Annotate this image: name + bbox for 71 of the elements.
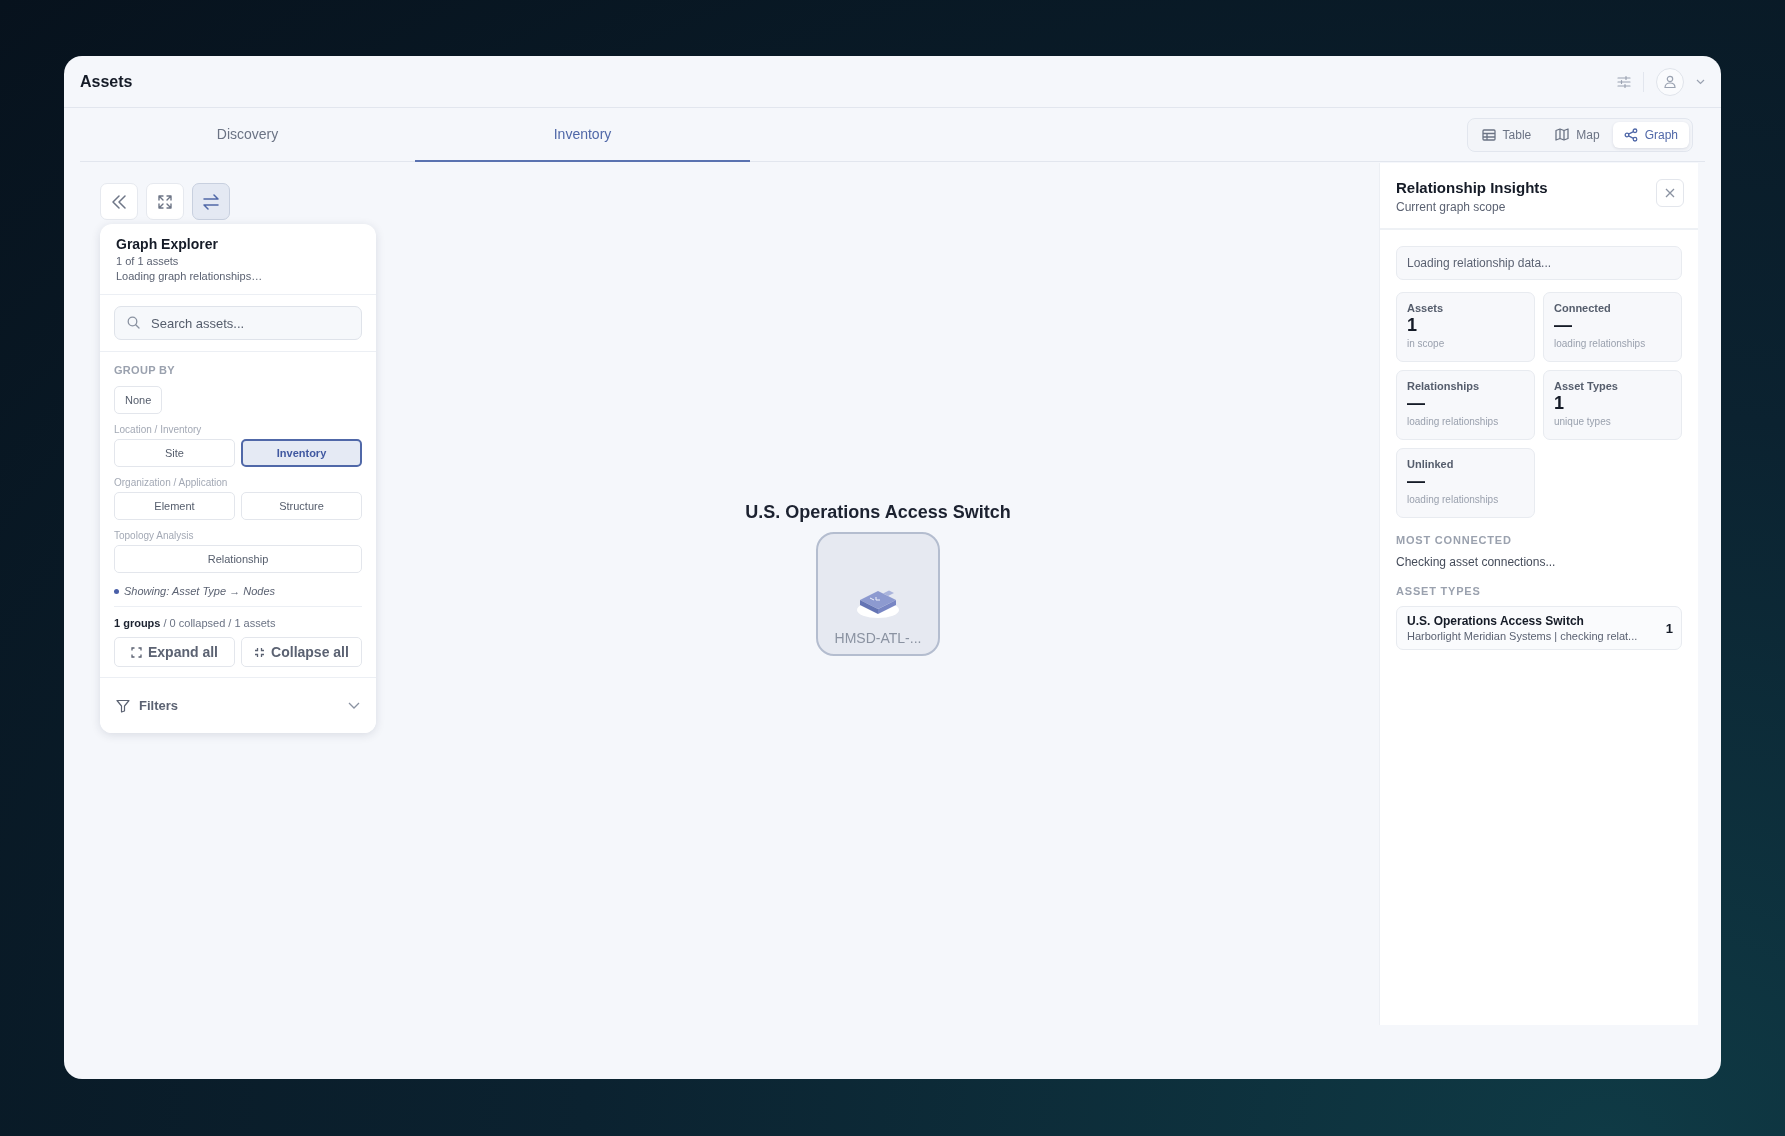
- expand-icon: [131, 646, 142, 658]
- view-toggle[interactable]: Map: [1544, 121, 1611, 148]
- stat-value: 1: [1407, 315, 1418, 336]
- status-text: Loading graph relationships…: [116, 270, 264, 282]
- search-icon: [127, 316, 140, 329]
- stat-note: in scope: [1407, 338, 1446, 349]
- node-label: HMSD-ATL-...: [834, 630, 922, 646]
- double-chevron-icon: [111, 194, 127, 209]
- map-icon: [1555, 128, 1570, 141]
- avatar-icon[interactable]: [1656, 67, 1684, 96]
- stat-label: Relationships: [1407, 380, 1481, 392]
- stat-note: unique types: [1554, 416, 1612, 427]
- group-option[interactable]: None: [114, 386, 163, 414]
- toolbar-button[interactable]: [146, 183, 184, 220]
- action-button[interactable]: Expand all: [114, 637, 235, 667]
- stat-label: Unlinked: [1407, 458, 1455, 470]
- group-option[interactable]: Site: [114, 439, 235, 467]
- asset-type-count: 1: [1665, 620, 1673, 636]
- asset-type-name: U.S. Operations Access Switch: [1407, 614, 1585, 628]
- showing-text: Showing: Asset Type → Nodes: [124, 585, 275, 597]
- group-option[interactable]: Structure: [241, 492, 362, 520]
- panel-title: Relationship Insights: [1396, 179, 1548, 196]
- asset-type-detail: Harborlight Meridian Systems | checking relat...: [1407, 630, 1638, 642]
- table-icon: [1481, 128, 1496, 141]
- bullet-dot: [114, 588, 119, 594]
- share-icon: [1623, 127, 1638, 142]
- stat-note: loading relationships: [1407, 494, 1500, 505]
- filters-toggle[interactable]: Filters: [100, 678, 376, 733]
- panel-subtitle: Current graph scope: [1396, 200, 1507, 214]
- window-title: Assets: [80, 72, 133, 91]
- group-option[interactable]: Element: [114, 492, 235, 520]
- group-heading: Topology Analysis: [114, 530, 195, 541]
- collapse-icon: [254, 646, 266, 658]
- search-field[interactable]: Search assets...: [114, 306, 362, 340]
- toolbar-button[interactable]: [100, 183, 138, 220]
- group-title: U.S. Operations Access Switch: [745, 502, 1011, 523]
- status-banner: Loading relationship data...: [1396, 246, 1682, 280]
- action-button[interactable]: Collapse all: [241, 637, 362, 667]
- stat-value: —: [1407, 393, 1426, 414]
- tab[interactable]: Inventory: [415, 108, 750, 162]
- stat-label: Connected: [1554, 302, 1612, 314]
- settings-icon[interactable]: [1617, 74, 1631, 89]
- stat-note: loading relationships: [1407, 416, 1500, 427]
- group-heading: Location / Inventory: [114, 424, 203, 435]
- expand-icon: [157, 193, 173, 210]
- chevron-down-icon[interactable]: [1696, 78, 1705, 85]
- stat-value: 1: [1554, 393, 1565, 414]
- group-summary: 1 groups / 0 collapsed / 1 assets: [114, 617, 277, 629]
- stat-note: loading relationships: [1554, 338, 1647, 349]
- view-toggle[interactable]: Graph: [1612, 121, 1689, 148]
- close-icon: [1665, 188, 1675, 198]
- stat-value: —: [1554, 315, 1573, 336]
- group-heading: Organization / Application: [114, 477, 229, 488]
- toolbar-button[interactable]: [192, 183, 230, 220]
- asset-type-item[interactable]: U.S. Operations Access Switch Harborlight Meridian Systems | checking relat... 1: [1396, 606, 1682, 650]
- swap-icon: [202, 193, 220, 210]
- panel-title: Graph Explorer: [116, 236, 219, 252]
- section-label: GROUP BY: [114, 364, 176, 376]
- view-toggle[interactable]: Table: [1470, 121, 1543, 148]
- section-label: ASSET TYPES: [1396, 585, 1482, 597]
- status-text: Checking asset connections...: [1396, 555, 1557, 569]
- stat-label: Assets: [1407, 302, 1445, 314]
- tab[interactable]: Discovery: [80, 108, 415, 162]
- group-option[interactable]: Inventory: [241, 439, 362, 467]
- group-option[interactable]: Relationship: [114, 545, 362, 573]
- asset-count: 1 of 1 assets: [116, 255, 180, 267]
- section-label: MOST CONNECTED: [1396, 534, 1513, 546]
- stat-label: Asset Types: [1554, 380, 1619, 392]
- close-button[interactable]: [1656, 179, 1684, 207]
- filter-icon: [116, 698, 130, 713]
- stat-value: —: [1407, 471, 1426, 492]
